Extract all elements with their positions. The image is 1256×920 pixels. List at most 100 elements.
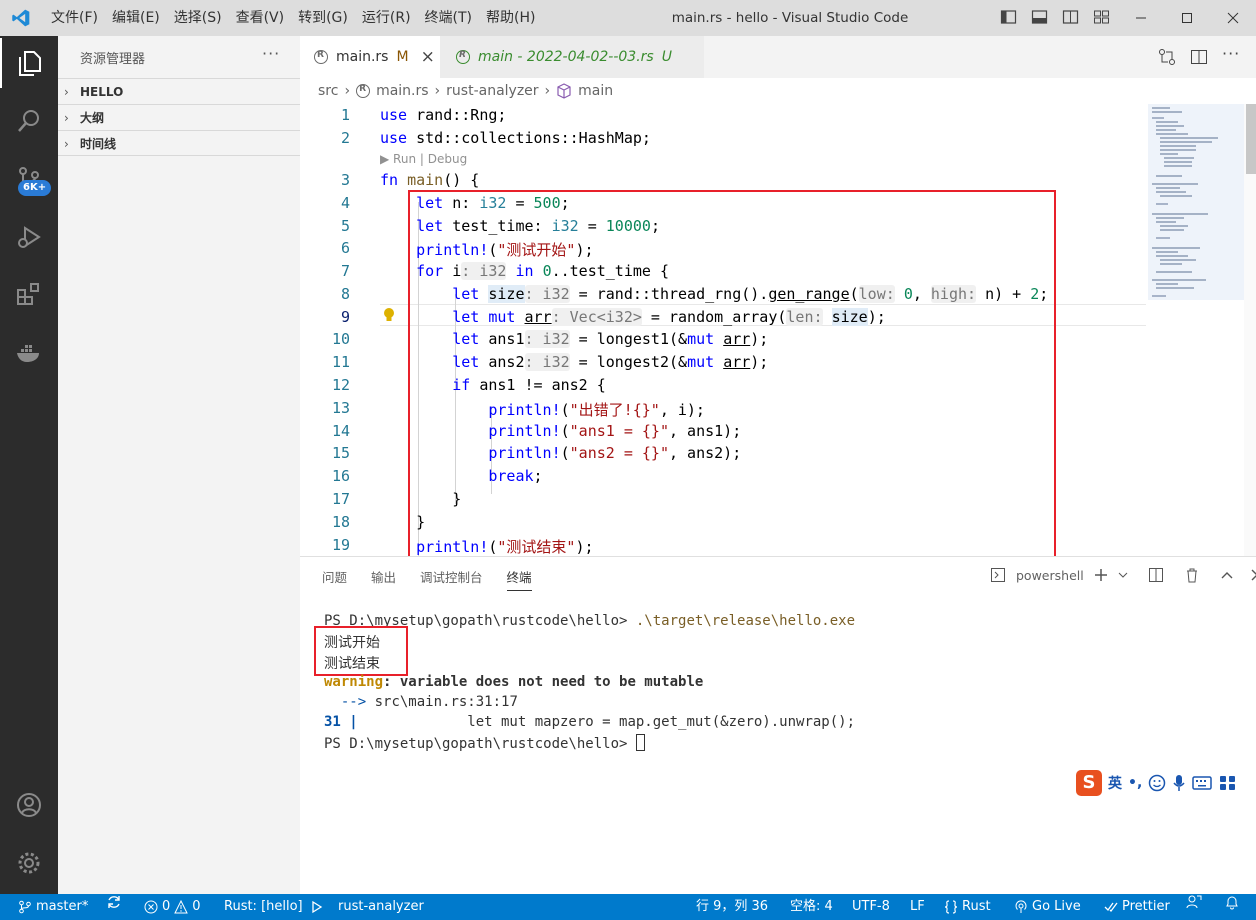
more-actions-button[interactable]: ···: [262, 44, 280, 63]
error-count: 0: [162, 899, 171, 914]
close-tab-button[interactable]: ×: [421, 47, 435, 67]
tab-output[interactable]: 输出: [371, 567, 396, 591]
run-debug-button[interactable]: [0, 212, 58, 262]
line-number: 3: [340, 171, 350, 189]
line-number: 7: [340, 262, 350, 280]
rust-project-indicator[interactable]: Rust: [hello]: [224, 894, 323, 920]
language-label: Rust: [962, 899, 991, 914]
sync-icon: [108, 896, 120, 908]
maximize-button[interactable]: [1164, 0, 1210, 36]
emoji-icon[interactable]: [1148, 774, 1166, 792]
compare-changes-icon[interactable]: [1158, 48, 1176, 66]
chevron-right-icon: ›: [64, 111, 69, 125]
tab-main-backup[interactable]: main - 2022-04-02--03.rs U: [440, 36, 704, 78]
feedback-button[interactable]: [1186, 894, 1202, 910]
minimize-button[interactable]: [1118, 0, 1164, 36]
keyboard-icon[interactable]: [1192, 775, 1213, 791]
source-control-button[interactable]: [0, 154, 58, 204]
title-bar: 文件(F) 编辑(E) 选择(S) 查看(V) 转到(G) 运行(R) 终端(T…: [0, 0, 1256, 36]
rust-file-icon: [314, 50, 328, 64]
feedback-person-icon: [1186, 895, 1202, 909]
manage-button[interactable]: [0, 838, 58, 888]
run-debug-codelens[interactable]: ▶ Run | Debug: [380, 152, 467, 166]
section-outline[interactable]: › 大纲: [58, 104, 300, 130]
play-icon[interactable]: [311, 900, 323, 914]
docker-icon: [17, 345, 39, 362]
indentation-setting[interactable]: 空格: 4: [790, 894, 833, 920]
ime-language[interactable]: 英: [1108, 773, 1122, 793]
notifications-button[interactable]: [1224, 894, 1240, 910]
extensions-button[interactable]: [0, 270, 58, 320]
section-hello[interactable]: › HELLO: [58, 78, 300, 104]
double-check-icon: [1104, 902, 1118, 912]
menu-view[interactable]: 查看(V): [229, 0, 292, 36]
more-editor-actions-button[interactable]: ···: [1222, 44, 1240, 63]
toggle-sidebar-icon[interactable]: [1000, 9, 1017, 25]
customize-layout-icon[interactable]: [1093, 9, 1110, 25]
search-button[interactable]: [0, 96, 58, 146]
sogou-logo-icon[interactable]: S: [1076, 770, 1102, 796]
scrollbar-thumb[interactable]: [1246, 104, 1256, 174]
line-number: 18: [331, 513, 350, 531]
breadcrumb-file[interactable]: main.rs: [376, 83, 428, 99]
punctuation-icon[interactable]: •,: [1128, 775, 1142, 791]
microphone-icon[interactable]: [1172, 774, 1186, 792]
code-line: fn main() {: [380, 171, 480, 189]
terminal-line[interactable]: PS D:\mysetup\gopath\rustcode\hello>: [324, 734, 645, 752]
status-bar: master* 0 0 Rust: [hello] rust-analyzer …: [0, 894, 1256, 920]
menu-go[interactable]: 转到(G): [291, 0, 355, 36]
breadcrumb-analyzer[interactable]: rust-analyzer: [446, 83, 538, 99]
docker-button[interactable]: [0, 328, 58, 378]
toggle-secondary-sidebar-icon[interactable]: [1062, 9, 1079, 25]
close-window-button[interactable]: [1210, 0, 1256, 36]
bottom-panel: 问题 输出 调试控制台 终端 powershell PS D:\mysetup\…: [300, 556, 1256, 894]
chevron-right-icon: ›: [344, 83, 351, 99]
grid-menu-icon[interactable]: [1218, 774, 1238, 792]
split-terminal-icon[interactable]: [1148, 567, 1164, 583]
tab-debug-console[interactable]: 调试控制台: [420, 567, 483, 591]
explorer-button[interactable]: [0, 38, 58, 88]
go-live-button[interactable]: Go Live: [1014, 894, 1081, 920]
menu-help[interactable]: 帮助(H): [479, 0, 542, 36]
rust-analyzer-status[interactable]: rust-analyzer: [338, 894, 424, 920]
menu-edit[interactable]: 编辑(E): [105, 0, 167, 36]
editor-scrollbar[interactable]: [1244, 104, 1256, 556]
shell-selector[interactable]: powershell: [1016, 568, 1084, 583]
section-timeline[interactable]: › 时间线: [58, 130, 300, 156]
line-number: 11: [331, 353, 350, 371]
line-number: 1: [340, 106, 350, 124]
breadcrumb-src[interactable]: src: [318, 83, 338, 99]
prettier-status[interactable]: Prettier: [1104, 894, 1170, 920]
breadcrumb-symbol[interactable]: main: [578, 83, 613, 99]
cursor-position[interactable]: 行 9，列 36: [696, 894, 768, 920]
menu-file[interactable]: 文件(F): [44, 0, 105, 36]
maximize-panel-icon[interactable]: [1220, 568, 1234, 582]
close-panel-icon[interactable]: [1250, 568, 1256, 582]
tab-main-rs[interactable]: main.rs M ×: [300, 36, 440, 78]
trash-icon[interactable]: [1184, 567, 1200, 583]
menu-terminal[interactable]: 终端(T): [418, 0, 479, 36]
branch-indicator[interactable]: master*: [18, 894, 88, 920]
encoding-setting[interactable]: UTF-8: [852, 894, 890, 920]
toggle-panel-icon[interactable]: [1031, 9, 1048, 25]
split-editor-icon[interactable]: [1190, 48, 1208, 66]
chevron-down-icon[interactable]: [1118, 570, 1128, 580]
language-mode[interactable]: Rust: [944, 894, 991, 920]
git-branch-icon: [19, 900, 31, 914]
warning-count: 0: [192, 899, 201, 914]
tab-problems[interactable]: 问题: [322, 567, 347, 591]
sync-button[interactable]: [106, 894, 122, 910]
add-terminal-icon[interactable]: [1094, 568, 1108, 582]
scm-count-badge: 6K+: [18, 180, 52, 196]
tab-terminal[interactable]: 终端: [506, 567, 532, 591]
accounts-button[interactable]: [0, 780, 58, 830]
eol-setting[interactable]: LF: [910, 894, 925, 920]
menu-run[interactable]: 运行(R): [355, 0, 418, 36]
editor-tabs: main.rs M × main - 2022-04-02--03.rs U ·…: [300, 36, 1256, 78]
line-number: 13: [331, 399, 350, 417]
menu-selection[interactable]: 选择(S): [167, 0, 229, 36]
code-editor[interactable]: 1 2 3 4 5 6 7 8 9 10 11 12 13 14 15 16 1…: [300, 104, 1256, 556]
activity-bar: 6K+: [0, 36, 58, 894]
minimap[interactable]: [1148, 104, 1244, 304]
problems-indicator[interactable]: 0 0: [144, 894, 201, 920]
